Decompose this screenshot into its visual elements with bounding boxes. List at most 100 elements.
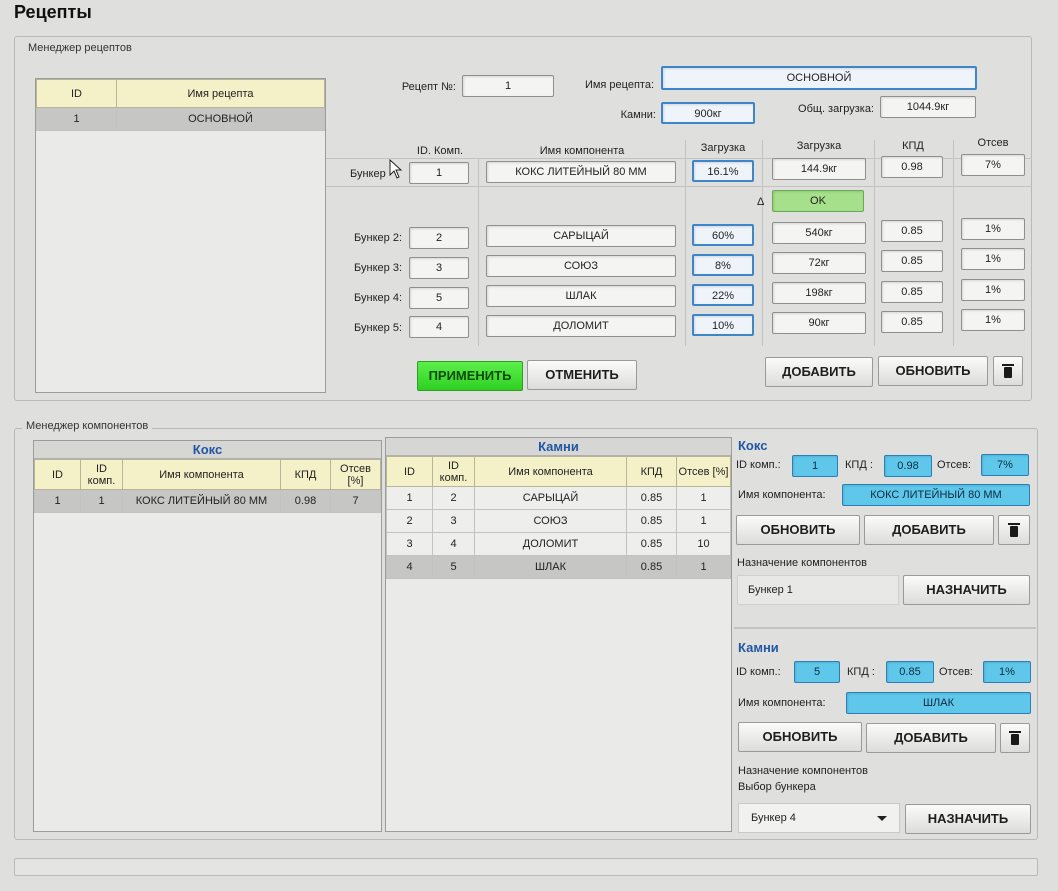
cursor-icon [389,159,403,179]
coke-sieve-field[interactable]: 7% [981,454,1029,476]
coke-assign-button[interactable]: НАЗНАЧИТЬ [903,575,1030,605]
page-title: Рецепты [14,2,92,22]
stones-cell-name: ДОЛОМИТ [474,532,627,556]
bunker-select[interactable]: Бункер 4 [738,803,900,833]
coke-table: ID ID комп. Имя компонента КПД Отсев [%]… [34,459,381,513]
bunker-5-label: Бункер 5: [354,322,402,334]
stones-cell-id: 2 [386,509,433,533]
coke-header-name: Имя компонента [122,459,281,490]
stones-add-button[interactable]: ДОБАВИТЬ [866,723,996,753]
bunker-5-kg-field: 90кг [772,312,866,334]
coke-cell-name: КОКС ЛИТЕЙНЫЙ 80 ММ [122,489,281,513]
coke-name-label: Имя компонента: [738,489,826,501]
bunker-5-sieve-field: 1% [961,309,1025,331]
status-ok-indicator: OK [772,190,864,212]
coke-header-id: ID [34,459,81,490]
bunker-4-sieve-field: 1% [961,279,1025,301]
bunker-5-pct-field[interactable]: 10% [692,314,754,336]
delete-recipe-button[interactable] [993,356,1023,386]
coke-cell-sieve: 7 [330,489,381,513]
add-recipe-button[interactable]: ДОБАВИТЬ [765,357,873,387]
stones-sieve-label: Отсев: [939,666,973,678]
apply-button[interactable]: ПРИМЕНИТЬ [417,361,523,391]
stones-assign-button[interactable]: НАЗНАЧИТЬ [905,804,1031,834]
table-row[interactable]: 1 2 САРЫЦАЙ 0.85 1 [386,486,731,510]
recipe-name-field[interactable]: ОСНОВНОЙ [661,66,977,90]
stones-cell-id: 4 [386,555,433,579]
table-row[interactable]: 1 1 КОКС ЛИТЕЙНЫЙ 80 ММ 0.98 7 [34,489,381,513]
coke-name-field[interactable]: КОКС ЛИТЕЙНЫЙ 80 ММ [842,484,1030,506]
bunker-select-label: Выбор бункера [738,781,816,793]
table-row[interactable]: 1 ОСНОВНОЙ [36,107,325,131]
bunker-1-kpd-field: 0.98 [881,156,943,178]
stones-table-panel: Камни ID ID комп. Имя компонента КПД Отс… [385,437,732,832]
stones-cell-name: СОЮЗ [474,509,627,533]
coke-header-kpd: КПД [280,459,331,490]
bunker-5-id-field[interactable]: 4 [409,316,469,338]
bunker-2-name-field[interactable]: САРЫЦАЙ [486,225,676,247]
bunker-2-id-field[interactable]: 2 [409,227,469,249]
bunker-1-pct-field[interactable]: 16.1% [692,160,754,182]
bunker-2-pct-field[interactable]: 60% [692,224,754,246]
bunker-4-name-field[interactable]: ШЛАК [486,285,676,307]
stones-header-name: Имя компонента [474,456,627,487]
stones-sieve-field[interactable]: 1% [983,661,1031,683]
bunker-3-kg-field: 72кг [772,252,866,274]
coke-header-id-comp: ID комп. [80,459,123,490]
recipe-table-header-id: ID [36,79,117,108]
trash-icon [1009,731,1021,745]
bunker-4-kpd-field: 0.85 [881,281,943,303]
coke-sieve-label: Отсев: [937,459,971,471]
stones-name-field[interactable]: ШЛАК [846,692,1031,714]
bunker-5-name-field[interactable]: ДОЛОМИТ [486,315,676,337]
trash-icon [1002,364,1014,378]
bunker-3-pct-field[interactable]: 8% [692,254,754,276]
col-header-load-kg: Загрузка [796,140,842,152]
bunker-4-id-field[interactable]: 5 [409,287,469,309]
bunker-1-id-field[interactable]: 1 [409,162,469,184]
stones-header-id: ID [386,456,433,487]
stones-cell-name: ШЛАК [474,555,627,579]
stones-header-sieve: Отсев [%] [676,456,731,487]
coke-id-field[interactable]: 1 [792,455,838,477]
stones-cell-id: 3 [386,532,433,556]
recipe-no-field[interactable]: 1 [462,75,554,97]
recipe-id-cell: 1 [36,107,117,131]
stones-cell-id-comp: 3 [432,509,475,533]
table-row[interactable]: 3 4 ДОЛОМИТ 0.85 10 [386,532,731,556]
coke-assigned-bunker: Бункер 1 [737,575,899,605]
coke-kpd-field[interactable]: 0.98 [884,455,932,477]
stones-assign-title: Назначение компонентов [738,765,869,777]
stones-kpd-field[interactable]: 0.85 [886,661,934,683]
bunker-4-kg-field: 198кг [772,282,866,304]
coke-add-button[interactable]: ДОБАВИТЬ [864,515,994,545]
stones-delete-button[interactable] [1000,723,1030,753]
stones-update-button[interactable]: ОБНОВИТЬ [738,722,862,752]
stones-id-field[interactable]: 5 [794,661,840,683]
stones-cell-kpd: 0.85 [626,555,677,579]
col-header-comp-name: Имя компонента [539,145,625,157]
grid-line [762,140,763,346]
bunker-2-sieve-field: 1% [961,218,1025,240]
bunker-3-name-field[interactable]: СОЮЗ [486,255,676,277]
bunker-1-name-field[interactable]: КОКС ЛИТЕЙНЫЙ 80 ММ [486,161,676,183]
stones-cell-sieve: 1 [676,486,731,510]
bunker-3-id-field[interactable]: 3 [409,257,469,279]
table-row[interactable]: 2 3 СОЮЗ 0.85 1 [386,509,731,533]
table-row[interactable]: 4 5 ШЛАК 0.85 1 [386,555,731,579]
bunker-4-label: Бункер 4: [354,292,402,304]
col-header-kpd: КПД [902,140,924,152]
bunker-3-kpd-field: 0.85 [881,250,943,272]
cancel-button[interactable]: ОТМЕНИТЬ [527,360,637,390]
coke-edit-title: Кокс [738,438,768,453]
coke-update-button[interactable]: ОБНОВИТЬ [736,515,860,545]
grid-line [326,186,1032,187]
coke-table-panel: Кокс ID ID комп. Имя компонента КПД Отсе… [33,440,382,832]
bunker-4-pct-field[interactable]: 22% [692,284,754,306]
coke-delete-button[interactable] [998,515,1030,545]
update-recipe-button[interactable]: ОБНОВИТЬ [878,356,988,386]
grid-line [685,140,686,346]
chevron-down-icon [877,816,887,821]
bunker-select-value: Бункер 4 [751,812,796,824]
bottom-bar [14,858,1038,876]
